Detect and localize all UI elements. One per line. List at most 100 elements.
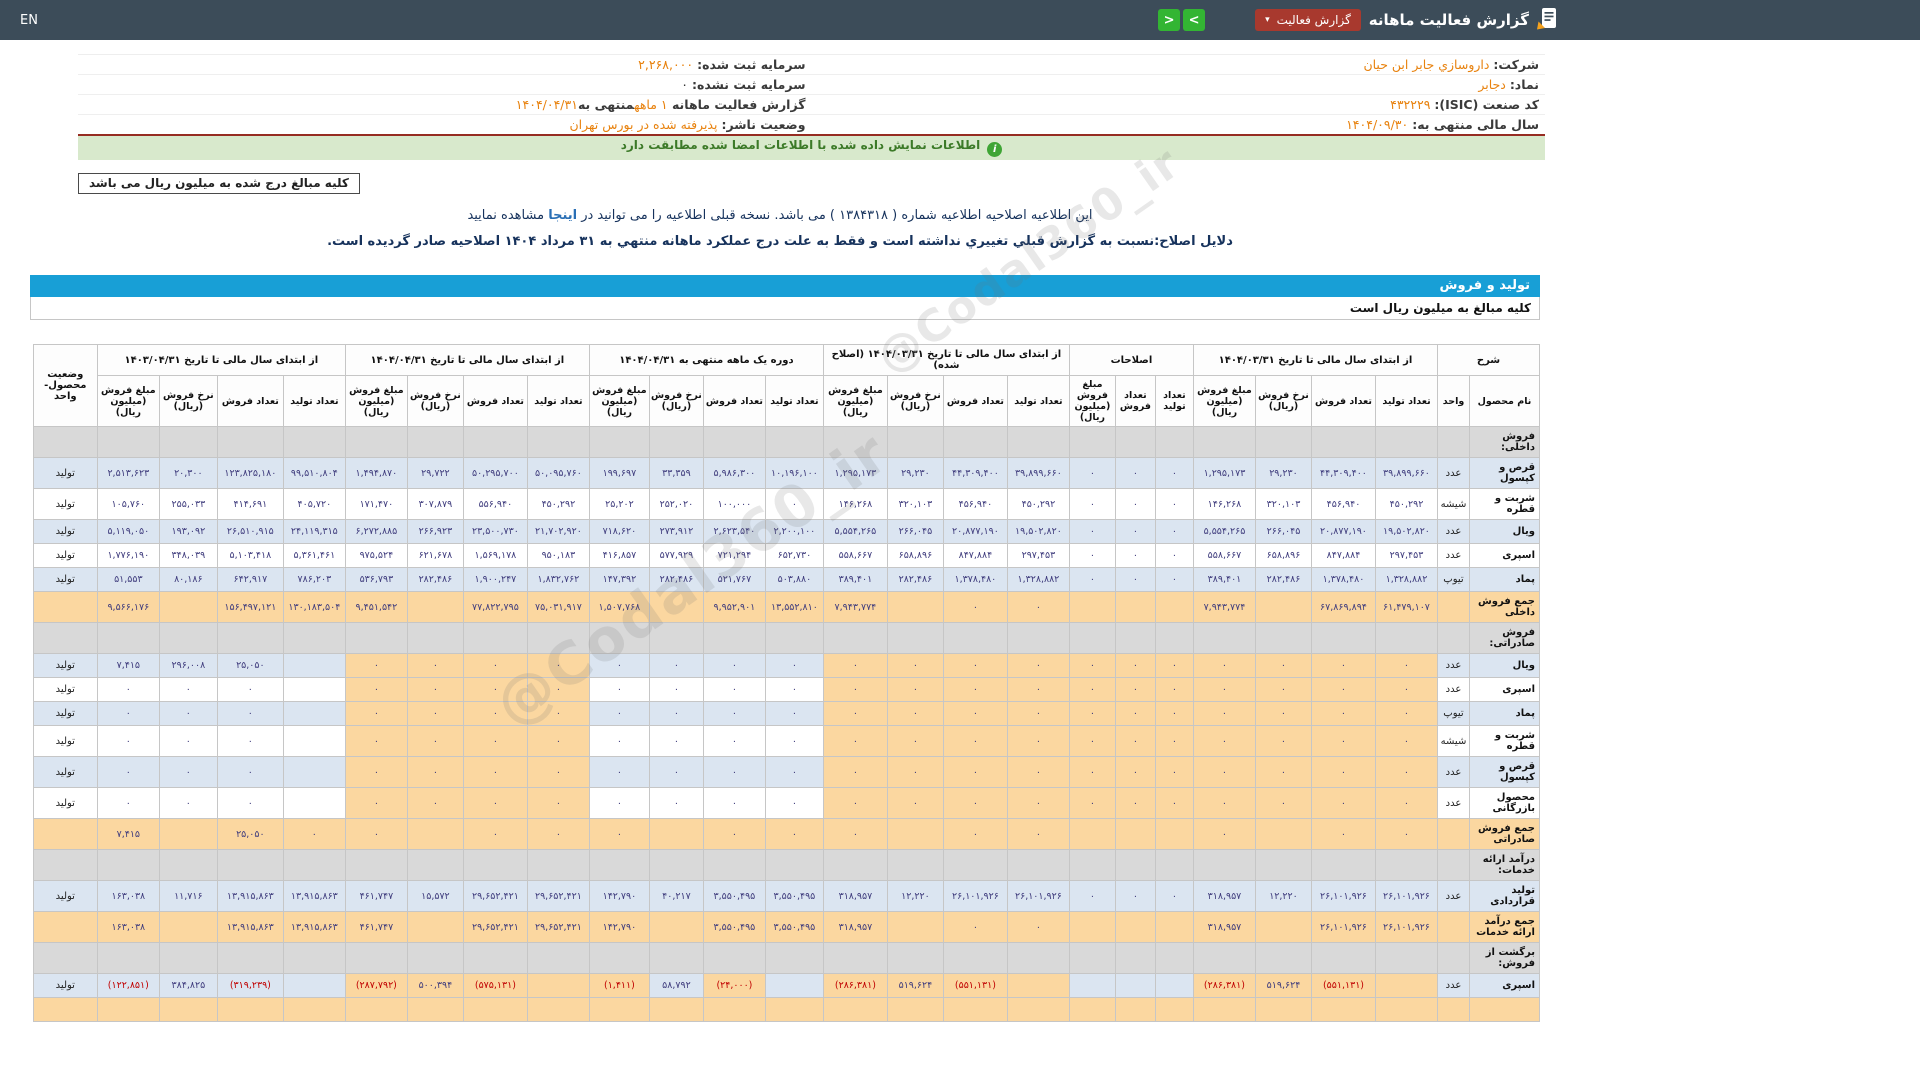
value-cell: ۰ <box>1310 677 1376 702</box>
value-cell <box>1154 997 1194 1022</box>
value-cell: ۰ <box>764 677 824 702</box>
value-cell: ۱۳,۹۱۵,۸۶۳ <box>216 880 284 912</box>
value-cell: ۰ <box>822 756 888 788</box>
value-cell: ۴۴,۳۰۹,۴۰۰ <box>942 457 1008 489</box>
value-cell <box>216 997 284 1022</box>
value-cell <box>702 849 766 881</box>
value-cell: ۱۲,۲۲۰ <box>886 880 944 912</box>
value-cell: ۱۳۰,۱۸۳,۵۰۴ <box>282 591 346 623</box>
value-cell: ۴۵۰,۲۹۲ <box>1374 488 1438 520</box>
unit-cell: عدد <box>1436 543 1471 568</box>
value-cell: ۱۳,۹۱۵,۸۶۳ <box>282 911 346 943</box>
status-cell: تولید <box>32 725 98 757</box>
value-cell: ۰ <box>1006 701 1070 726</box>
product-row: اسپری عدد (۵۵۱,۱۳۱) ۵۱۹,۶۲۴ (۲۸۶,۳۸۱) (۵۵۱,۱۳… <box>32 973 1540 998</box>
value-cell: ۰ <box>1068 701 1116 726</box>
field-value: ۱ ماهه <box>634 97 668 112</box>
value-cell: ۱۱,۷۱۶ <box>158 880 218 912</box>
value-cell: ۰ <box>1154 519 1194 544</box>
column-header: تعداد فروش <box>1114 375 1156 427</box>
value-cell: ۰ <box>1114 519 1156 544</box>
column-header: مبلغ فروش (میلیون ریال) <box>588 375 650 427</box>
value-cell: ۰ <box>1374 787 1438 819</box>
next-report-button[interactable]: > <box>1183 9 1206 31</box>
status-cell <box>32 911 98 943</box>
product-name-cell: ویال <box>1469 653 1540 678</box>
value-cell <box>1114 818 1156 850</box>
value-cell: ۰ <box>526 787 590 819</box>
value-cell: ۲۵,۰۵۰ <box>216 818 284 850</box>
value-cell <box>282 677 346 702</box>
column-header: تعداد فروش <box>702 375 766 427</box>
value-cell: ۰ <box>764 701 824 726</box>
value-cell: ۳۳,۳۵۹ <box>648 457 704 489</box>
product-name-cell: جمع فروش داخلی <box>1469 591 1540 623</box>
value-cell: ۳۱۸,۹۵۷ <box>822 911 888 943</box>
field-value: ۱۴۰۴/۰۹/۳۰ <box>1346 117 1413 132</box>
value-cell: ۳۸۹,۴۰۱ <box>1192 567 1256 592</box>
report-type-dropdown[interactable]: گزارش فعالیت ▾ <box>1255 9 1361 31</box>
value-cell: ۴۵۰,۲۹۲ <box>1006 488 1070 520</box>
value-cell: ۰ <box>526 818 590 850</box>
column-header: تعداد فروش <box>1310 375 1376 427</box>
language-toggle[interactable]: EN <box>20 13 38 28</box>
value-cell: ۰ <box>1114 543 1156 568</box>
value-cell: ۱۹۳,۰۹۲ <box>158 519 218 544</box>
section-row: درآمد ارائه خدمات: <box>32 849 1540 881</box>
column-header: نرخ فروش (ریال) <box>158 375 218 427</box>
unit-cell: عدد <box>1436 519 1471 544</box>
field-label: گزارش فعالیت ماهانه <box>667 97 806 112</box>
value-cell: ۱۵۶,۴۹۷,۱۲۱ <box>216 591 284 623</box>
value-cell: ۹۷۵,۵۲۴ <box>344 543 408 568</box>
value-cell <box>1068 591 1116 623</box>
unit-cell: عدد <box>1436 653 1471 678</box>
value-cell <box>588 942 650 974</box>
product-name-cell: قرص و کپسول <box>1469 756 1540 788</box>
field-label: وضعیت ناشر: <box>721 117 806 132</box>
value-cell: ۳,۵۵۰,۴۹۵ <box>764 911 824 943</box>
value-cell: ۰ <box>1068 677 1116 702</box>
value-cell: ۰ <box>1006 911 1070 943</box>
value-cell <box>406 591 464 623</box>
value-cell <box>158 591 218 623</box>
product-name-cell: پماد <box>1469 701 1540 726</box>
production-sales-section: تولید و فروش کلیه مبالغ به میلیون ریال ا… <box>30 137 1541 1022</box>
report-navigation: > < <box>1158 9 1206 31</box>
value-cell: ۰ <box>96 725 160 757</box>
value-cell: ۰ <box>344 725 408 757</box>
total-row: جمع فروش داخلی ۶۱,۴۷۹,۱۰۷ ۶۷,۸۶۹,۸۹۴ ۷,۹۴۳,… <box>32 591 1540 623</box>
value-cell: ۱۷۱,۴۷۰ <box>344 488 408 520</box>
value-cell <box>406 911 464 943</box>
unit-cell: عدد <box>1436 973 1471 998</box>
value-cell: ۰ <box>822 725 888 757</box>
column-header: نرخ فروش (ریال) <box>648 375 704 427</box>
product-name-cell: شربت و قطره <box>1469 488 1540 520</box>
value-cell: ۴۶۱,۷۴۷ <box>344 911 408 943</box>
value-cell: ۱,۳۷۸,۴۸۰ <box>942 567 1008 592</box>
previous-report-button[interactable]: < <box>1158 9 1181 31</box>
value-cell <box>216 622 284 654</box>
product-name-cell: اسپری <box>1469 973 1540 998</box>
value-cell: ۲,۲۰۰,۱۰۰ <box>764 519 824 544</box>
value-cell: ۱,۷۷۶,۱۹۰ <box>96 543 160 568</box>
value-cell: ۰ <box>1068 787 1116 819</box>
value-cell <box>886 591 944 623</box>
previous-version-link[interactable]: اینجا <box>548 208 577 223</box>
value-cell: ۰ <box>1374 725 1438 757</box>
value-cell: ۰ <box>526 653 590 678</box>
value-cell <box>942 426 1008 458</box>
value-cell <box>764 942 824 974</box>
value-cell <box>1114 591 1156 623</box>
value-cell <box>526 622 590 654</box>
value-cell <box>822 426 888 458</box>
value-cell: ۰ <box>822 818 888 850</box>
unit-cell: عدد <box>1436 677 1471 702</box>
value-cell <box>406 818 464 850</box>
value-cell <box>158 818 218 850</box>
product-name-cell: درآمد ارائه خدمات: <box>1469 849 1540 881</box>
value-cell: ۵۳۶,۷۹۳ <box>344 567 408 592</box>
value-cell: ۰ <box>1192 677 1256 702</box>
status-cell <box>32 622 98 654</box>
value-cell: ۰ <box>526 677 590 702</box>
value-cell <box>702 622 766 654</box>
